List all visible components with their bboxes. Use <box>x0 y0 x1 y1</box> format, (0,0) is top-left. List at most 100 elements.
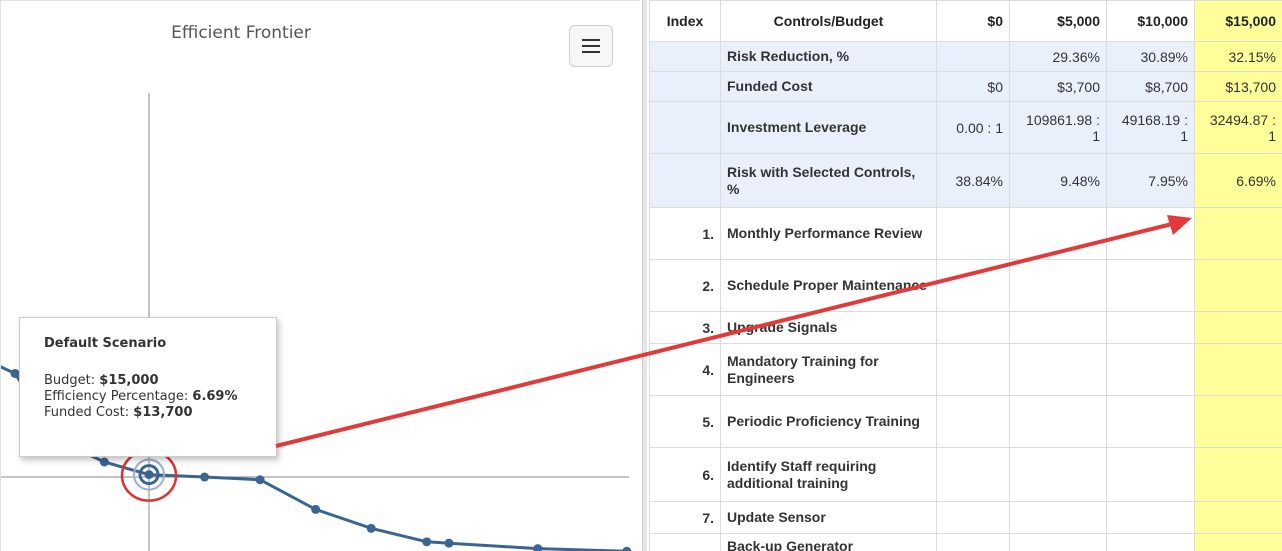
data-point[interactable] <box>366 523 376 533</box>
budget-cell[interactable] <box>1009 311 1107 344</box>
tooltip-efficiency: Efficiency Percentage: 6.69% <box>44 389 276 405</box>
budget-cell[interactable] <box>1009 343 1107 396</box>
metric-value: 6.69% <box>1194 153 1282 208</box>
budget-cell[interactable] <box>1194 259 1282 312</box>
chart-panel: Efficient Frontier Default Scenario Budg… <box>0 0 640 551</box>
metric-index-cell <box>649 153 721 208</box>
header-index[interactable]: Index <box>649 0 721 42</box>
panel-splitter[interactable] <box>642 0 647 551</box>
budget-cell[interactable] <box>936 395 1010 448</box>
tooltip-budget-label: Budget: <box>44 373 100 388</box>
table-row[interactable]: 1. Monthly Performance Review <box>649 207 1282 260</box>
row-index: 4. <box>649 343 721 396</box>
metric-name: Funded Cost <box>720 71 937 102</box>
header-budget-0[interactable]: $0 <box>936 0 1010 42</box>
table-row[interactable]: 3. Upgrade Signals <box>649 311 1282 344</box>
metric-index-cell <box>649 71 721 102</box>
budget-cell[interactable] <box>1009 207 1107 260</box>
metric-value: 0.00 : 1 <box>936 101 1010 154</box>
control-name: Monthly Performance Review <box>720 207 937 260</box>
budget-cell[interactable] <box>936 501 1010 534</box>
budget-cell[interactable] <box>1009 395 1107 448</box>
metric-name: Risk Reduction, % <box>720 41 937 72</box>
controls-table-panel: Index Controls/Budget $0 $5,000 $10,000 … <box>649 0 1282 551</box>
budget-cell[interactable] <box>1106 533 1195 551</box>
row-index: 2. <box>649 259 721 312</box>
tooltip-efficiency-value: 6.69% <box>192 389 238 404</box>
metric-value: 29.36% <box>1009 41 1107 72</box>
budget-cell[interactable] <box>936 311 1010 344</box>
tooltip-cost-value: $13,700 <box>133 405 193 420</box>
metric-value: 38.84% <box>936 153 1010 208</box>
budget-cell[interactable] <box>1009 447 1107 502</box>
header-budget-10000[interactable]: $10,000 <box>1106 0 1195 42</box>
budget-cell[interactable] <box>1106 501 1195 534</box>
budget-cell[interactable] <box>1106 447 1195 502</box>
table-row[interactable]: 5. Periodic Proficiency Training <box>649 395 1282 448</box>
metric-name: Risk with Selected Controls, % <box>720 153 937 208</box>
header-controls-budget[interactable]: Controls/Budget <box>720 0 937 42</box>
metric-value: 30.89% <box>1106 41 1195 72</box>
budget-cell[interactable] <box>1194 533 1282 551</box>
header-budget-5000[interactable]: $5,000 <box>1009 0 1107 42</box>
budget-cell[interactable] <box>1194 343 1282 396</box>
budget-cell[interactable] <box>1106 259 1195 312</box>
budget-cell[interactable] <box>1194 207 1282 260</box>
tooltip-budget: Budget: $15,000 <box>44 373 276 389</box>
budget-cell[interactable] <box>1194 447 1282 502</box>
data-point[interactable] <box>622 546 632 551</box>
header-budget-15000[interactable]: $15,000 <box>1194 0 1282 42</box>
metric-name: Investment Leverage <box>720 101 937 154</box>
metric-value: 32494.87 : 1 <box>1194 101 1282 154</box>
metric-value: 7.95% <box>1106 153 1195 208</box>
budget-cell[interactable] <box>936 533 1010 551</box>
tooltip-cost-label: Funded Cost: <box>44 405 134 420</box>
tooltip-funded-cost: Funded Cost: $13,700 <box>44 405 276 421</box>
budget-cell[interactable] <box>936 343 1010 396</box>
data-point[interactable] <box>444 538 454 548</box>
metric-value: $8,700 <box>1106 71 1195 102</box>
budget-cell[interactable] <box>1009 533 1107 551</box>
control-name: Mandatory Training for Engineers <box>720 343 937 396</box>
row-index: 1. <box>649 207 721 260</box>
budget-cell[interactable] <box>936 447 1010 502</box>
budget-cell[interactable] <box>1194 311 1282 344</box>
metric-index-cell <box>649 101 721 154</box>
data-point[interactable] <box>422 537 432 547</box>
budget-cell[interactable] <box>1194 395 1282 448</box>
data-point[interactable] <box>99 457 109 467</box>
tooltip-title: Default Scenario <box>44 336 167 351</box>
metric-row-risk-reduction: Risk Reduction, % 29.36% 30.89% 32.15% <box>649 41 1282 72</box>
budget-cell[interactable] <box>1194 501 1282 534</box>
table-row[interactable]: 6. Identify Staff requiring additional t… <box>649 447 1282 502</box>
control-name: Back-up Generator <box>720 533 937 551</box>
row-index: 6. <box>649 447 721 502</box>
budget-cell[interactable] <box>1009 259 1107 312</box>
metric-index-cell <box>649 41 721 72</box>
metric-value: 109861.98 : 1 <box>1009 101 1107 154</box>
data-point[interactable] <box>144 470 154 480</box>
data-point[interactable] <box>200 472 210 482</box>
table-row[interactable]: 4. Mandatory Training for Engineers <box>649 343 1282 396</box>
table-row[interactable]: 7. Update Sensor <box>649 501 1282 534</box>
table-header-row: Index Controls/Budget $0 $5,000 $10,000 … <box>649 0 1282 42</box>
data-point[interactable] <box>255 475 265 485</box>
budget-cell[interactable] <box>936 259 1010 312</box>
table-row[interactable]: Back-up Generator <box>649 533 1282 551</box>
metric-value: $13,700 <box>1194 71 1282 102</box>
budget-cell[interactable] <box>1106 207 1195 260</box>
row-index: 3. <box>649 311 721 344</box>
budget-cell[interactable] <box>936 207 1010 260</box>
data-point[interactable] <box>533 544 543 551</box>
control-name: Upgrade Signals <box>720 311 937 344</box>
control-name: Periodic Proficiency Training <box>720 395 937 448</box>
budget-cell[interactable] <box>1106 343 1195 396</box>
tooltip-budget-value: $15,000 <box>99 373 159 388</box>
budget-cell[interactable] <box>1009 501 1107 534</box>
budget-cell[interactable] <box>1106 311 1195 344</box>
metric-value <box>936 41 1010 72</box>
data-point[interactable] <box>311 504 321 514</box>
table-row[interactable]: 2. Schedule Proper Maintenance <box>649 259 1282 312</box>
budget-cell[interactable] <box>1106 395 1195 448</box>
control-name: Schedule Proper Maintenance <box>720 259 937 312</box>
